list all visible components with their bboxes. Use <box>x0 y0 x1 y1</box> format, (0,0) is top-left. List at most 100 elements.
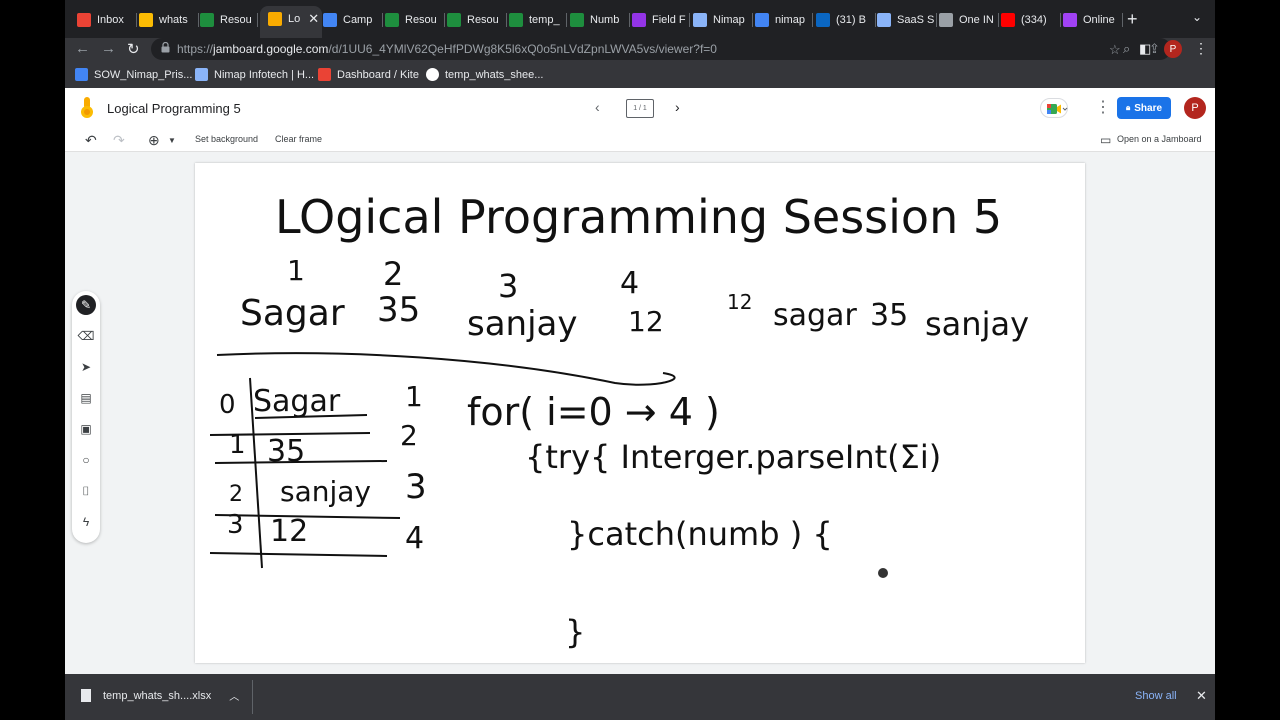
pen-cursor <box>878 568 888 578</box>
tab-separator <box>1060 13 1061 27</box>
browser-tab[interactable]: Field F <box>632 8 690 32</box>
browser-tab[interactable]: Camp <box>323 8 383 32</box>
download-shelf: temp_whats_sh....xlsx ︿ Show all ✕ <box>65 674 1215 720</box>
docs-icon <box>75 68 88 81</box>
jam-canvas[interactable]: LOgical Programming Session 5 1 2 3 4 Sa… <box>195 163 1085 663</box>
ink-table-index: 2 <box>229 482 243 507</box>
jamboard-header: Logical Programming 5 ‹ 1 / 1 › ⋮ 🔒︎ Sha… <box>65 88 1215 128</box>
bookmark-item[interactable]: temp_whats_shee... <box>426 68 543 81</box>
new-tab-button[interactable]: + <box>1127 9 1138 30</box>
browser-tab[interactable]: (31) B <box>816 8 876 32</box>
tab-label: Nimap <box>713 14 745 26</box>
browser-tab[interactable]: Resou <box>385 8 445 32</box>
bookmark-star-icon[interactable]: ☆ <box>1109 42 1121 58</box>
bookmark-item[interactable]: Dashboard / Kite <box>318 68 419 81</box>
download-file-name: temp_whats_sh....xlsx <box>103 689 212 702</box>
tab-separator <box>875 13 876 27</box>
undo-icon[interactable]: ↶ <box>85 132 97 149</box>
handwritten-ink: LOgical Programming Session 5 1 2 3 4 Sa… <box>209 190 1029 651</box>
jamboard-logo-icon[interactable] <box>79 97 95 119</box>
frame-bar-thumbnail[interactable]: 1 / 1 <box>626 99 654 118</box>
browser-tab[interactable]: nimap <box>755 8 813 32</box>
open-on-jamboard-button[interactable]: Open on a Jamboard <box>1117 134 1202 144</box>
tab-label: (31) B <box>836 14 866 26</box>
tab-separator <box>629 13 630 27</box>
shape-tool-icon[interactable]: ○ <box>76 450 96 470</box>
eraser-tool-icon[interactable]: ⌫ <box>76 326 96 346</box>
tab-label: whats <box>159 14 188 26</box>
back-arrow-icon[interactable]: ← <box>75 40 90 57</box>
tab-separator <box>812 13 813 27</box>
text-box-tool-icon[interactable]: ⌷ <box>76 481 96 501</box>
ink-reversed-item: 12 <box>727 290 752 314</box>
tab-separator <box>689 13 690 27</box>
ink-table-index: 3 <box>227 510 244 540</box>
select-tool-icon[interactable]: ➤ <box>76 357 96 377</box>
close-icon[interactable]: ✕ <box>308 11 319 27</box>
pen-tool-icon[interactable]: ✎ <box>76 295 96 315</box>
more-options-icon[interactable]: ⋮ <box>1095 97 1111 117</box>
set-background-button[interactable]: Set background <box>195 134 258 144</box>
meet-icon <box>1047 104 1068 114</box>
file-icon <box>81 689 91 702</box>
next-frame-icon[interactable]: › <box>675 99 680 115</box>
ink-code-close: } <box>565 613 585 651</box>
forward-arrow-icon[interactable]: → <box>101 40 116 57</box>
download-item[interactable]: temp_whats_sh....xlsx ︿ <box>81 688 239 703</box>
nimap-icon <box>877 13 891 27</box>
browser-tab[interactable]: SaaS S <box>877 8 937 32</box>
browser-tab[interactable]: temp_ <box>509 8 567 32</box>
tab-search-chevron-icon[interactable]: ⌄ <box>1192 10 1202 24</box>
browser-tab[interactable]: Online <box>1063 8 1123 32</box>
document-title[interactable]: Logical Programming 5 <box>107 101 241 116</box>
browser-tab[interactable]: Lo ✕ <box>260 6 322 38</box>
open-on-jamboard-icon[interactable]: ▭ <box>1100 133 1111 147</box>
share-button[interactable]: 🔒︎ Share <box>1117 97 1171 119</box>
edit-toolbar: ↶ ↷ ⊕ ▼ Set background Clear frame ▭ Ope… <box>65 128 1215 152</box>
bookmark-item[interactable]: SOW_Nimap_Pris... <box>75 68 192 81</box>
ink-table-rule <box>209 552 388 557</box>
laser-tool-icon[interactable]: ϟ <box>76 512 96 532</box>
sheets-icon <box>200 13 214 27</box>
tab-separator <box>444 13 445 27</box>
show-all-button[interactable]: Show all <box>1135 690 1177 702</box>
clear-frame-button[interactable]: Clear frame <box>275 134 322 144</box>
ink-row-item: Sagar <box>240 293 345 334</box>
account-avatar[interactable]: P <box>1184 97 1206 119</box>
browser-tab[interactable]: (334) <box>1001 8 1061 32</box>
browser-tab[interactable]: Numb <box>570 8 630 32</box>
browser-tab[interactable]: whats <box>139 8 199 32</box>
close-icon[interactable]: ✕ <box>1196 688 1207 704</box>
browser-tab[interactable]: One IN <box>939 8 999 32</box>
tab-label: Field F <box>652 14 686 26</box>
browser-tab[interactable]: Resou <box>200 8 258 32</box>
browser-tab[interactable]: Nimap <box>693 8 753 32</box>
ink-table-position: 4 <box>405 521 424 556</box>
redo-icon[interactable]: ↷ <box>113 132 125 149</box>
zoom-dropdown-icon[interactable]: ▼ <box>168 136 176 145</box>
bookmark-item[interactable]: Nimap Infotech | H... <box>195 68 314 81</box>
browser-tab[interactable]: Inbox <box>77 8 137 32</box>
previous-frame-icon[interactable]: ‹ <box>595 99 600 115</box>
browser-menu-icon[interactable]: ⋮ <box>1194 40 1208 57</box>
chevron-up-icon[interactable]: ︿ <box>229 688 239 703</box>
ink-row-item: 35 <box>377 290 420 330</box>
address-bar[interactable]: https://jamboard.google.com/d/1UU6_4YMlV… <box>151 38 1171 60</box>
zoom-icon[interactable]: ⊕ <box>148 132 160 149</box>
meet-present-button[interactable] <box>1040 98 1068 118</box>
tab-label: Inbox <box>97 14 124 26</box>
url-prefix: https:// <box>177 42 214 56</box>
zoom-search-icon[interactable]: ⌕ <box>1123 41 1130 57</box>
tab-separator <box>257 13 258 27</box>
sticky-note-tool-icon[interactable]: ▤ <box>76 388 96 408</box>
tab-label: Resou <box>467 14 499 26</box>
ink-table-value: 12 <box>270 514 308 549</box>
browser-tab[interactable]: Resou <box>447 8 507 32</box>
side-panel-icon[interactable]: ◧ <box>1139 41 1151 57</box>
bookmarks-bar: SOW_Nimap_Pris... Nimap Infotech | H... Da… <box>65 62 1215 88</box>
tab-separator <box>136 13 137 27</box>
reload-icon[interactable]: ↻ <box>127 40 140 58</box>
profile-avatar[interactable]: P <box>1164 40 1182 58</box>
ink-code-for: for( i=0 → 4 ) <box>467 390 720 434</box>
image-tool-icon[interactable]: ▣ <box>76 419 96 439</box>
